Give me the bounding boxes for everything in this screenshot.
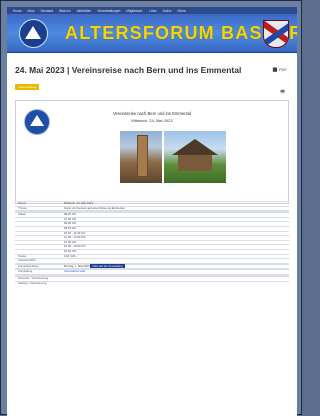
nav-item-was-tun[interactable]: Was tun [59,9,71,13]
event-details-table: Datum Mittwoch, 24. Mai 2023 Thema Kunst u… [15,201,289,286]
alpine-triangle-logo-icon[interactable] [19,19,48,48]
nav-item-klima[interactable]: Klima [178,9,186,13]
print-icon[interactable]: 🖶 [280,89,285,97]
browser-frame: Home Infos Vorstand Was tun Aktivitäten … [0,0,302,416]
nav-item-mitgliedschaft[interactable]: Mitgliedsch. [126,9,143,13]
deadline-text: Montag, 1. Mai 2023 [64,263,90,268]
article-heading: 24. Mai 2023 | Vereinsreise nach Bern un… [15,65,242,75]
event-card-title: Vereinsreise nach Bern und ins Emmental [113,111,191,116]
nav-item-archiv[interactable]: Archiv [163,9,172,13]
register-link[interactable]: Anmeldeformular [64,269,85,274]
nav-item-veranstaltungen[interactable]: Veranstaltungen [97,9,120,13]
pdf-label: PDF [279,67,287,72]
page: Home Infos Vorstand Was tun Aktivitäten … [7,7,297,416]
nav-item-aktivitaeten[interactable]: Aktivitäten [77,9,92,13]
table-row: Haftung / Versicherung [15,280,289,286]
nav-item-vorstand[interactable]: Vorstand [40,9,53,13]
nav-item-infos[interactable]: Infos [28,9,35,13]
row-key: Haftung / Versicherung [15,280,61,286]
highlighted-note: Infos auf der Anmeldung [90,263,125,268]
pdf-link[interactable]: ⬛ PDF [273,67,287,72]
event-card: Vereinsreise nach Bern und ins Emmental … [15,100,289,204]
row-value [61,280,289,286]
nav-item-links[interactable]: Links [149,9,156,13]
event-card-date: Mittwoch, 24. Mai 2023 [131,118,173,123]
site-banner: ALTERSFORUM BASSERSDORF [7,14,297,53]
municipal-crest-icon [263,20,289,48]
main-navigation: Home Infos Vorstand Was tun Aktivitäten … [7,7,297,14]
nav-item-home[interactable]: Home [13,9,22,13]
bern-clock-tower-photo [120,131,162,183]
emmental-farmhouse-photo [164,131,226,183]
category-badge: Veranstaltung [15,84,40,90]
